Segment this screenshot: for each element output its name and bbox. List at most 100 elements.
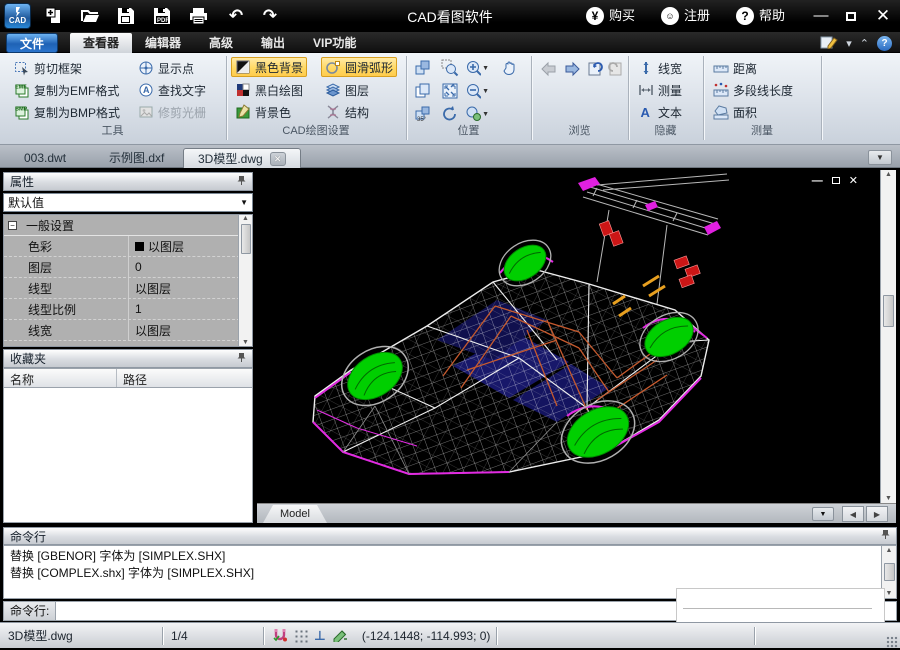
- canvas-restore-icon[interactable]: [831, 177, 840, 184]
- property-row-ltscale[interactable]: 线型比例 1: [4, 299, 240, 320]
- trim-raster-label: 修剪光栅: [158, 105, 207, 120]
- scroll-thumb[interactable]: [883, 295, 894, 327]
- hide-text-button[interactable]: A 文本: [634, 102, 686, 122]
- zoom-in-caret-icon[interactable]: ▼: [482, 65, 489, 72]
- property-row-layer[interactable]: 图层 0: [4, 257, 240, 278]
- scroll-thumb[interactable]: [883, 563, 895, 581]
- find-text-button[interactable]: A 查找文字: [134, 80, 210, 100]
- menu-tab-vip[interactable]: VIP功能: [300, 33, 369, 53]
- ortho-toggle-icon[interactable]: ⊥: [314, 628, 326, 644]
- annotate-button[interactable]: [820, 35, 838, 52]
- close-button[interactable]: ✕: [870, 4, 896, 28]
- properties-scrollbar[interactable]: ▲ ▼: [238, 215, 252, 346]
- pan-button[interactable]: [499, 57, 523, 79]
- rotate-view-button[interactable]: [411, 57, 435, 79]
- copy-bmp-button[interactable]: BMP 复制为BMP格式: [10, 102, 124, 122]
- collapse-section-icon[interactable]: −: [8, 220, 17, 230]
- menu-tab-viewer[interactable]: 查看器: [70, 33, 133, 53]
- property-row-lineweight[interactable]: 线宽 以图层: [4, 320, 240, 341]
- help-button[interactable]: ? 帮助: [735, 4, 785, 28]
- maximize-button[interactable]: [838, 4, 864, 29]
- pin-icon[interactable]: [237, 175, 246, 189]
- measure-distance-button[interactable]: 距离: [709, 58, 761, 78]
- properties-preset-value: 默认值: [8, 196, 45, 210]
- layers-button[interactable]: 图层: [321, 80, 373, 100]
- structure-button[interactable]: 结构: [321, 102, 373, 122]
- area-icon: [713, 104, 729, 120]
- menu-tab-output[interactable]: 输出: [248, 33, 298, 53]
- crop-frame-button[interactable]: 剪切框架: [10, 58, 86, 78]
- zoom-in-button[interactable]: ▼: [465, 57, 489, 79]
- collapse-ribbon-button[interactable]: ⌃: [860, 37, 869, 50]
- doc-tab-003[interactable]: 003.dwt: [10, 148, 80, 168]
- menu-tab-advanced[interactable]: 高级: [196, 33, 246, 53]
- pin-icon[interactable]: [881, 529, 890, 543]
- property-row-linetype[interactable]: 线型 以图层: [4, 278, 240, 299]
- popup-divider: [683, 608, 872, 609]
- status-bar: 3D模型.dwg 1/4 ⊥ (-124.1448; -114.993; 0): [0, 622, 900, 648]
- measure-polyline-button[interactable]: 多段线长度: [709, 80, 797, 100]
- hide-lineweight-button[interactable]: 线宽: [634, 58, 686, 78]
- doc-tab-example[interactable]: 示例图.dxf: [95, 148, 178, 168]
- zoom-out-button[interactable]: ▼: [465, 80, 489, 102]
- favorites-title: 收藏夹: [10, 352, 47, 366]
- trim-raster-button: 修剪光栅: [134, 102, 210, 122]
- pin-icon[interactable]: [237, 352, 246, 366]
- black-background-toggle[interactable]: 黑色背景: [231, 57, 308, 77]
- properties-preset-select[interactable]: 默认值 ▼: [3, 193, 253, 212]
- zoom-3d-caret-icon[interactable]: ▼: [482, 111, 489, 118]
- view-forward-button[interactable]: [560, 58, 584, 80]
- svg-text:A: A: [641, 105, 651, 120]
- resize-grip[interactable]: [886, 636, 898, 648]
- canvas-vertical-scrollbar[interactable]: ▲ ▼: [880, 170, 896, 503]
- ribbon-help-button[interactable]: ?: [877, 35, 892, 51]
- svg-text:EMF: EMF: [15, 85, 27, 91]
- scroll-up-icon[interactable]: ▲: [886, 547, 893, 554]
- tab-list-chevron-button[interactable]: ▼: [868, 150, 892, 165]
- layout-tab-bar: Model ▼ ◀ ▶: [257, 503, 896, 523]
- minimize-button[interactable]: —: [808, 4, 834, 28]
- register-button[interactable]: ☺ 注册: [660, 4, 710, 28]
- zoom-out-caret-icon[interactable]: ▼: [482, 88, 489, 95]
- canvas-close-icon[interactable]: ✕: [849, 174, 858, 187]
- scroll-right-button[interactable]: ▶: [866, 506, 888, 522]
- favorites-list[interactable]: [3, 388, 253, 523]
- crop-frame-icon: [14, 60, 30, 76]
- layout-list-chevron-button[interactable]: ▼: [812, 507, 834, 521]
- close-tab-icon[interactable]: ✕: [269, 151, 286, 166]
- hide-text-label: 文本: [658, 105, 683, 120]
- favorites-col-path[interactable]: 路径: [117, 369, 153, 387]
- fit-to-screen-button[interactable]: [438, 80, 462, 102]
- copy-emf-button[interactable]: EMF 复制为EMF格式: [10, 80, 123, 100]
- measure-area-button[interactable]: 面积: [709, 102, 761, 122]
- group-label-measure: 测量: [751, 125, 773, 137]
- hide-measure-button[interactable]: 测量: [634, 80, 686, 100]
- bw-drawing-button[interactable]: 黑白绘图: [231, 80, 307, 100]
- canvas-minimize-icon[interactable]: —: [812, 175, 823, 187]
- scroll-left-button[interactable]: ◀: [842, 506, 864, 522]
- properties-section-row[interactable]: − 一般设置: [4, 215, 240, 236]
- annotate-caret-icon[interactable]: ▾: [846, 37, 852, 50]
- background-color-button[interactable]: 背景色: [231, 102, 295, 122]
- buy-button[interactable]: ¥ 购买: [585, 4, 635, 28]
- scroll-down-icon[interactable]: ▼: [885, 495, 892, 502]
- scroll-up-icon[interactable]: ▲: [242, 215, 249, 222]
- smooth-arcs-toggle[interactable]: 圆滑弧形: [321, 57, 398, 77]
- menu-tab-editor[interactable]: 编辑器: [132, 33, 194, 53]
- draw-toggle-icon[interactable]: [332, 627, 348, 645]
- favorites-col-name[interactable]: 名称: [4, 369, 117, 387]
- property-row-color[interactable]: 色彩 以图层: [4, 236, 240, 257]
- show-points-button[interactable]: 显示点: [134, 58, 198, 78]
- doc-tab-3d-model[interactable]: 3D模型.dwg ✕: [183, 148, 301, 168]
- scroll-thumb[interactable]: [240, 224, 251, 254]
- scroll-up-icon[interactable]: ▲: [885, 171, 892, 178]
- osnap-toggle-icon[interactable]: [272, 627, 288, 645]
- menu-tab-file[interactable]: 文件: [6, 33, 59, 53]
- drawing-canvas[interactable]: — ✕: [257, 170, 880, 503]
- model-tab[interactable]: Model: [263, 505, 327, 523]
- scroll-down-icon[interactable]: ▼: [242, 339, 249, 346]
- zoom-window-button[interactable]: [438, 57, 462, 79]
- scroll-down-icon[interactable]: ▼: [886, 590, 893, 597]
- grid-toggle-icon[interactable]: [294, 628, 308, 643]
- copy-view-button[interactable]: [411, 80, 435, 102]
